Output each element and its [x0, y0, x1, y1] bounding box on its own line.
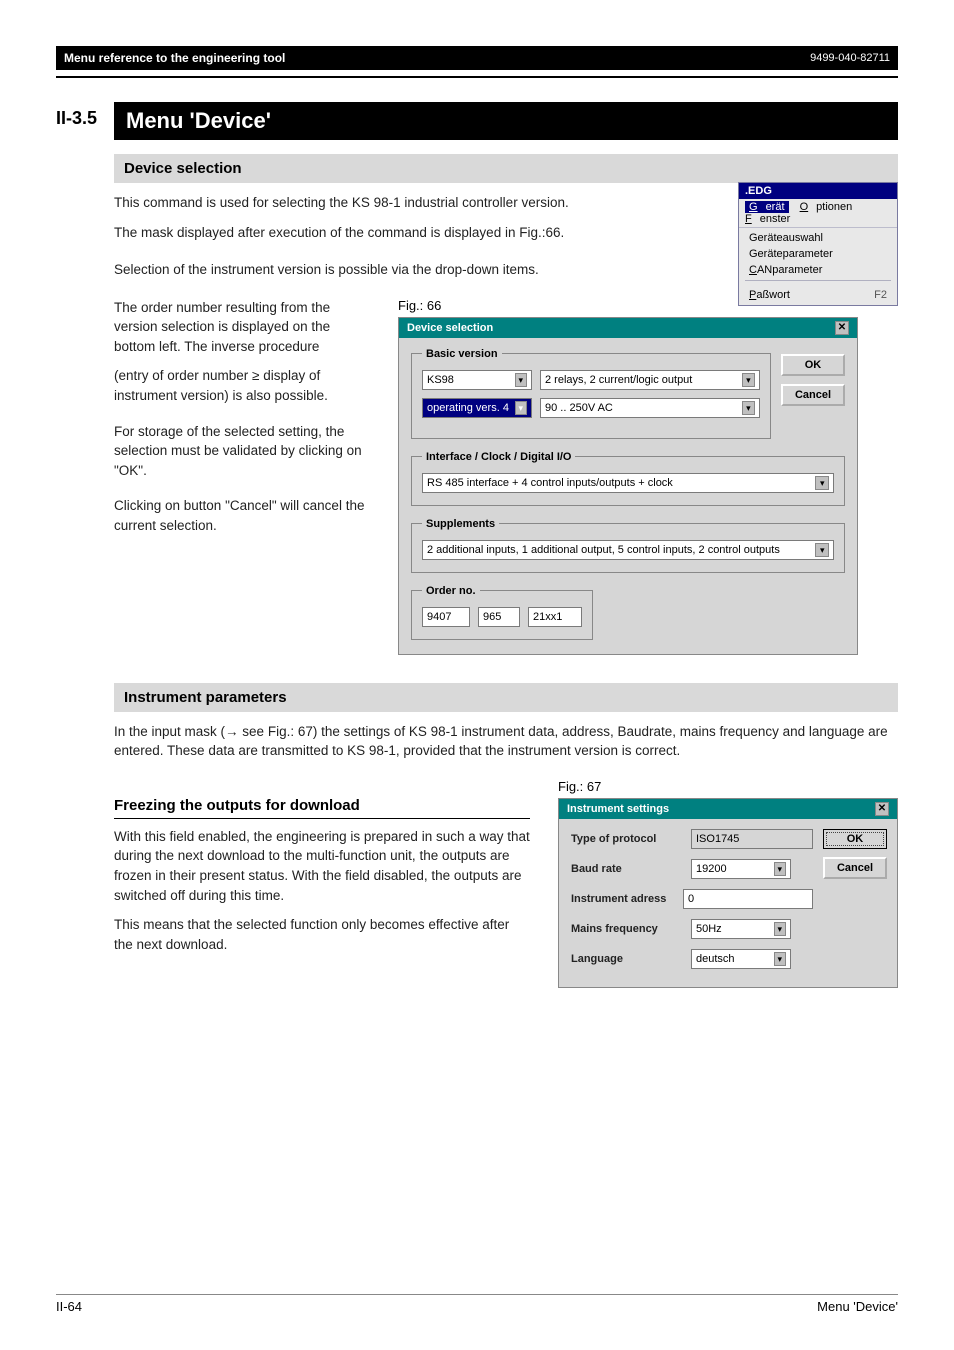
menu-item-gerateparameter[interactable]: Geräteparameter [739, 246, 897, 262]
header-right: 9499-040-82711 [810, 52, 890, 64]
cancel-button[interactable]: Cancel [823, 857, 887, 879]
section-number: II-3.5 [56, 102, 114, 140]
instrument-address-field[interactable] [683, 889, 813, 909]
device-selection-p7: Clicking on button "Cancel" will cancel … [114, 496, 374, 535]
chevron-down-icon[interactable]: ▾ [815, 476, 829, 490]
interface-legend: Interface / Clock / Digital I/O [422, 451, 575, 463]
chevron-down-icon[interactable]: ▾ [815, 543, 829, 557]
supplements-legend: Supplements [422, 518, 499, 530]
freezing-p2: This means that the selected function on… [114, 915, 530, 954]
mains-frequency-select[interactable]: ▾ [691, 919, 791, 939]
device-selection-p6: For storage of the selected setting, the… [114, 422, 374, 481]
chevron-down-icon[interactable]: ▾ [742, 401, 755, 415]
edg-dropdown: Geräteauswahl Geräteparameter CANparamet… [739, 228, 897, 305]
chevron-down-icon[interactable]: ▾ [515, 373, 528, 387]
chevron-down-icon[interactable]: ▾ [742, 373, 755, 387]
order-no-a[interactable] [422, 607, 470, 627]
voltage-select[interactable]: ▾ [540, 398, 760, 418]
section-title: Menu 'Device' [114, 102, 898, 140]
instrument-settings-dialog: Instrument settings ✕ OK Cancel Type of … [558, 798, 898, 988]
edg-window-title: .EDG [739, 183, 897, 199]
close-icon[interactable]: ✕ [875, 802, 889, 816]
chevron-down-icon[interactable]: ▾ [774, 952, 786, 966]
relays-value[interactable] [545, 374, 742, 386]
language-label: Language [571, 953, 691, 965]
device-selection-p4: The order number resulting from the vers… [114, 298, 374, 357]
instrument-parameters-heading: Instrument parameters [114, 683, 898, 712]
supplements-value[interactable] [427, 544, 815, 556]
instrument-parameters-p1: In the input mask (→ see Fig.: 67) the s… [114, 722, 898, 761]
chevron-down-icon[interactable]: ▾ [515, 401, 528, 415]
device-selection-heading: Device selection [114, 154, 898, 183]
relays-select[interactable]: ▾ [540, 370, 760, 390]
menu-item-gerateauswahl[interactable]: Geräteauswahl [739, 230, 897, 246]
dialog-title-bar: Device selection ✕ [399, 318, 857, 338]
operating-version-select[interactable]: ▾ [422, 398, 532, 418]
baud-rate-label: Baud rate [571, 863, 691, 875]
page-header: Menu reference to the engineering tool 9… [56, 46, 898, 70]
close-icon[interactable]: ✕ [835, 321, 849, 335]
dialog-title-bar: Instrument settings ✕ [559, 799, 897, 819]
device-selection-p2: The mask displayed after execution of th… [114, 223, 754, 243]
header-left: Menu reference to the engineering tool [64, 51, 285, 65]
language-select[interactable]: ▾ [691, 949, 791, 969]
type-of-protocol-label: Type of protocol [571, 833, 691, 845]
edg-menu-window: .EDG GGeräterät Optionen Fenster Gerätea… [738, 182, 898, 306]
menu-optionen[interactable]: Optionen [800, 201, 853, 213]
ok-button[interactable]: OK [823, 829, 887, 849]
ks98-select[interactable]: ▾ [422, 370, 532, 390]
baud-rate-select[interactable]: ▾ [691, 859, 791, 879]
freezing-p1: With this field enabled, the engineering… [114, 827, 530, 905]
device-selection-p1: This command is used for selecting the K… [114, 193, 754, 213]
menu-gerat[interactable]: GGeräterät [745, 201, 789, 213]
order-no-b[interactable] [478, 607, 520, 627]
operating-version-value[interactable] [427, 402, 515, 414]
chevron-down-icon[interactable]: ▾ [774, 862, 786, 876]
interface-value[interactable] [427, 477, 815, 489]
edg-menu-bar: GGeräterät Optionen Fenster [739, 199, 897, 228]
page-footer: II-64 Menu 'Device' [56, 1294, 898, 1314]
freezing-heading: Freezing the outputs for download [114, 797, 530, 819]
ok-button[interactable]: OK [781, 354, 845, 376]
interface-select[interactable]: ▾ [422, 473, 834, 493]
menu-item-canparameter[interactable]: CANparameter [739, 262, 897, 278]
order-no-legend: Order no. [422, 585, 480, 597]
device-selection-p3: Selection of the instrument version is p… [114, 260, 754, 280]
dialog-title: Instrument settings [567, 803, 669, 815]
type-of-protocol-field [691, 829, 813, 849]
footer-right: Menu 'Device' [817, 1299, 898, 1314]
menu-item-passwort[interactable]: PaßwortF2 [739, 287, 897, 303]
device-selection-dialog: Device selection ✕ OK Cancel Basic versi… [398, 317, 858, 655]
supplements-select[interactable]: ▾ [422, 540, 834, 560]
dialog-title: Device selection [407, 322, 493, 334]
instrument-address-label: Instrument adress [571, 893, 683, 905]
header-rule [56, 76, 898, 78]
ks98-value[interactable] [427, 374, 515, 386]
chevron-down-icon[interactable]: ▾ [774, 922, 786, 936]
device-selection-p5: (entry of order number ≥ display of inst… [114, 366, 374, 405]
mains-frequency-label: Mains frequency [571, 923, 691, 935]
menu-fenster[interactable]: Fenster [745, 213, 790, 225]
order-no-c[interactable] [528, 607, 582, 627]
fig67-caption: Fig.: 67 [558, 779, 898, 794]
basic-version-legend: Basic version [422, 348, 502, 360]
menu-separator [745, 280, 891, 285]
voltage-value[interactable] [545, 402, 742, 414]
cancel-button[interactable]: Cancel [781, 384, 845, 406]
footer-left: II-64 [56, 1299, 82, 1314]
